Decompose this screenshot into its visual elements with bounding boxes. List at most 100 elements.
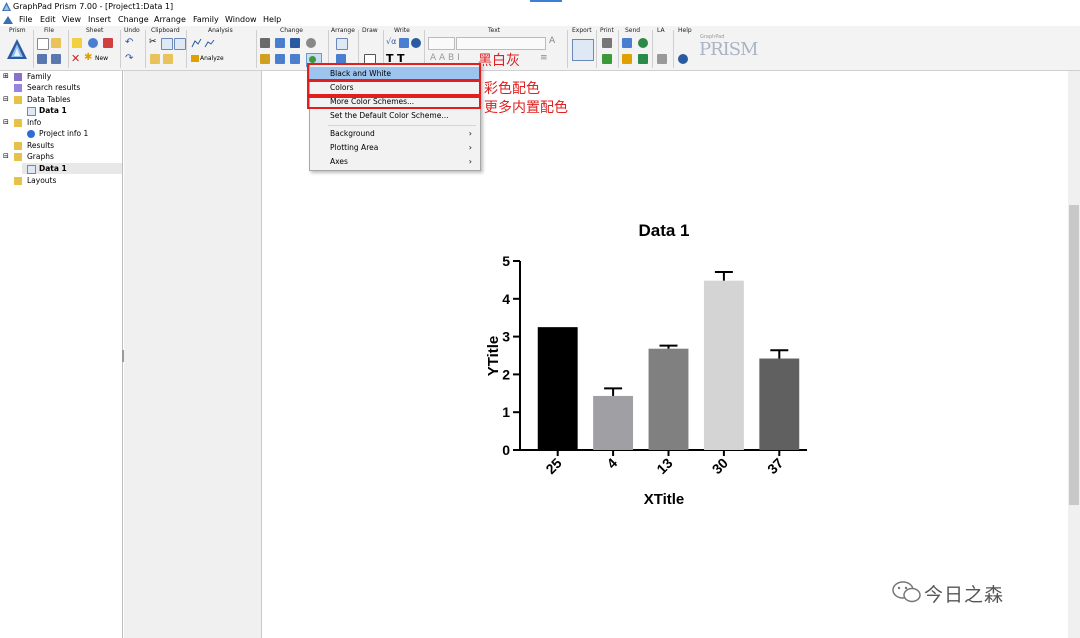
write-table-icon[interactable] xyxy=(399,38,409,48)
menu-arrange[interactable]: Arrange xyxy=(154,15,186,24)
scrollbar-thumb[interactable] xyxy=(1069,205,1079,505)
text-color-icon[interactable]: A xyxy=(549,36,555,46)
y-tick-label: 0 xyxy=(502,442,510,458)
write-sqrt-icon[interactable]: √α xyxy=(386,37,396,46)
bar xyxy=(537,327,578,450)
save-all-icon[interactable] xyxy=(51,54,61,64)
menu-insert[interactable]: Insert xyxy=(88,15,111,24)
print-icon[interactable] xyxy=(602,38,612,48)
paste-icon[interactable] xyxy=(150,54,160,64)
font-size-select[interactable] xyxy=(428,37,455,50)
folder-icon xyxy=(14,96,22,104)
change-bars-icon[interactable] xyxy=(290,38,300,48)
submenu-arrow-icon: › xyxy=(468,143,472,152)
tree-item-graph-1[interactable]: Data 1 xyxy=(39,164,67,173)
menu-item-axes[interactable]: Axes › xyxy=(310,155,480,168)
new-sheet-icon[interactable] xyxy=(72,38,82,48)
submenu-arrow-icon: › xyxy=(468,129,472,138)
watermark: 今日之森 xyxy=(892,576,1052,608)
menu-family[interactable]: Family xyxy=(193,15,219,24)
menu-view[interactable]: View xyxy=(62,15,81,24)
write-info-icon[interactable] xyxy=(411,38,421,48)
tree-item-info[interactable]: Info xyxy=(27,118,41,127)
new-star-icon: ✱ xyxy=(84,52,93,63)
delete-sheet-icon[interactable]: ✕ xyxy=(71,52,80,65)
x-tick-label: 13 xyxy=(653,455,675,477)
send-word-icon[interactable] xyxy=(638,54,648,64)
prism-logo-icon xyxy=(2,2,11,11)
menu-item-plotting-area[interactable]: Plotting Area › xyxy=(310,141,480,154)
new-button[interactable]: New xyxy=(95,55,108,62)
tree-item-graphs[interactable]: Graphs xyxy=(27,152,54,161)
data-table-icon xyxy=(27,107,36,116)
menu-help[interactable]: Help xyxy=(263,15,281,24)
help-icon[interactable] xyxy=(678,54,688,64)
export-icon[interactable] xyxy=(572,39,594,61)
bar xyxy=(703,280,744,450)
title-accent xyxy=(530,0,562,2)
send-icon[interactable] xyxy=(622,38,632,48)
sheet-pin-icon[interactable] xyxy=(103,38,113,48)
menu-change[interactable]: Change xyxy=(118,15,149,24)
change-graph-icon[interactable] xyxy=(260,38,270,48)
tree-item-layouts[interactable]: Layouts xyxy=(27,176,56,185)
tree-item-search-results[interactable]: Search results xyxy=(27,83,80,92)
sheet-gear-icon[interactable] xyxy=(88,38,98,48)
menu-item-set-default-scheme[interactable]: Set the Default Color Scheme... xyxy=(310,109,480,122)
tree-item-project-info[interactable]: Project info 1 xyxy=(39,129,88,138)
group-export-label: Export xyxy=(572,27,592,34)
group-arrange-label: Arrange xyxy=(331,27,355,34)
expand-toggle-icon[interactable]: ⊞ xyxy=(3,72,9,80)
tree-item-data-tables[interactable]: Data Tables xyxy=(27,95,71,104)
cut-icon[interactable]: ✂ xyxy=(149,37,157,47)
y-tick-label: 4 xyxy=(502,291,510,307)
paste-special-icon[interactable] xyxy=(163,54,173,64)
font-family-select[interactable] xyxy=(456,37,546,50)
save-icon[interactable] xyxy=(37,54,47,64)
copy-icon[interactable] xyxy=(161,38,173,50)
analyze-button[interactable]: Analyze xyxy=(200,55,224,62)
undo-icon[interactable]: ↶ xyxy=(125,37,133,48)
text-align-icon[interactable]: ≡ xyxy=(540,53,548,63)
prism-home-icon[interactable] xyxy=(6,38,28,60)
change-legend-icon[interactable] xyxy=(290,54,300,64)
redo-icon[interactable]: ↷ xyxy=(125,53,133,64)
tree-item-results[interactable]: Results xyxy=(27,141,54,150)
bar-chart[interactable]: Data 1 0 1 2 3 4 5 25 4 13 30 37 XTitle YTitle xyxy=(470,210,830,520)
send-web-icon[interactable] xyxy=(638,38,648,48)
submenu-arrow-icon: › xyxy=(468,157,472,166)
print-preview-icon[interactable] xyxy=(602,54,612,64)
la-icon[interactable] xyxy=(657,54,667,64)
tree-item-data-table-1[interactable]: Data 1 xyxy=(39,106,67,115)
change-magic-icon[interactable] xyxy=(260,54,270,64)
annotation-colors: 彩色配色 xyxy=(484,81,540,97)
analysis-charts-icon[interactable] xyxy=(191,38,215,48)
menu-item-label: Set the Default Color Scheme... xyxy=(330,111,449,120)
arrange-icon[interactable] xyxy=(336,38,348,50)
tree-item-family[interactable]: Family xyxy=(27,72,51,81)
send-ppt-icon[interactable] xyxy=(622,54,632,64)
group-clipboard-label: Clipboard xyxy=(151,27,180,34)
change-layout-icon[interactable] xyxy=(275,54,285,64)
group-la-label: LA xyxy=(657,27,665,34)
change-axes-icon[interactable] xyxy=(275,38,285,48)
graph-icon xyxy=(27,165,36,174)
menu-file[interactable]: File xyxy=(19,15,32,24)
ribbon-toolbar: Prism File Sheet Undo Clipboard Analysis… xyxy=(0,26,1080,71)
app-menu-icon[interactable] xyxy=(3,16,13,24)
new-file-icon[interactable] xyxy=(37,38,49,50)
collapse-toggle-icon[interactable]: ⊟ xyxy=(3,95,9,103)
menu-edit[interactable]: Edit xyxy=(40,15,56,24)
palette-icon xyxy=(309,56,316,63)
menu-item-background[interactable]: Background › xyxy=(310,127,480,140)
folder-icon xyxy=(14,177,22,185)
collapse-toggle-icon[interactable]: ⊟ xyxy=(3,152,9,160)
open-file-icon[interactable] xyxy=(51,38,61,48)
menu-item-label: Plotting Area xyxy=(330,143,379,152)
menu-window[interactable]: Window xyxy=(225,15,257,24)
text-format-icons[interactable]: A A B I xyxy=(430,53,460,63)
collapse-toggle-icon[interactable]: ⊟ xyxy=(3,118,9,126)
group-print-label: Print xyxy=(600,27,614,34)
copy-special-icon[interactable] xyxy=(174,38,186,50)
change-format-icon[interactable] xyxy=(306,38,316,48)
